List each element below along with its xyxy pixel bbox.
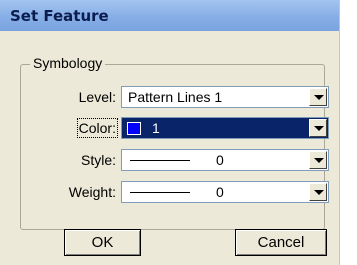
- ok-button[interactable]: OK: [64, 229, 141, 256]
- level-dropdown-arrow-icon[interactable]: [309, 88, 327, 106]
- color-dropdown-arrow-icon[interactable]: [309, 119, 327, 137]
- weight-dropdown-arrow-icon[interactable]: [309, 183, 327, 201]
- level-label: Level:: [78, 89, 116, 105]
- style-dropdown[interactable]: 0: [121, 149, 329, 171]
- weight-dropdown[interactable]: 0: [121, 181, 329, 203]
- weight-value: 0: [216, 184, 224, 200]
- color-label: Color:: [56, 118, 119, 138]
- style-label: Style:: [80, 152, 116, 168]
- cancel-button[interactable]: Cancel: [235, 229, 327, 256]
- symbology-label: Symbology: [30, 55, 106, 71]
- weight-line-preview-icon: [130, 192, 190, 193]
- color-value: 1: [152, 120, 160, 136]
- set-feature-dialog: Set Feature Symbology Level: Pattern Lin…: [0, 0, 340, 265]
- color-label-text: Color:: [76, 118, 119, 138]
- level-value: Pattern Lines 1: [128, 89, 223, 105]
- weight-label: Weight:: [68, 184, 116, 200]
- title-bar[interactable]: Set Feature: [0, 0, 339, 31]
- style-dropdown-arrow-icon[interactable]: [309, 151, 327, 169]
- color-swatch-icon: [127, 122, 141, 135]
- style-value: 0: [216, 152, 224, 168]
- color-dropdown[interactable]: 1: [121, 117, 329, 139]
- window-title: Set Feature: [10, 7, 109, 25]
- style-line-preview-icon: [130, 160, 190, 161]
- level-dropdown[interactable]: Pattern Lines 1: [121, 86, 329, 108]
